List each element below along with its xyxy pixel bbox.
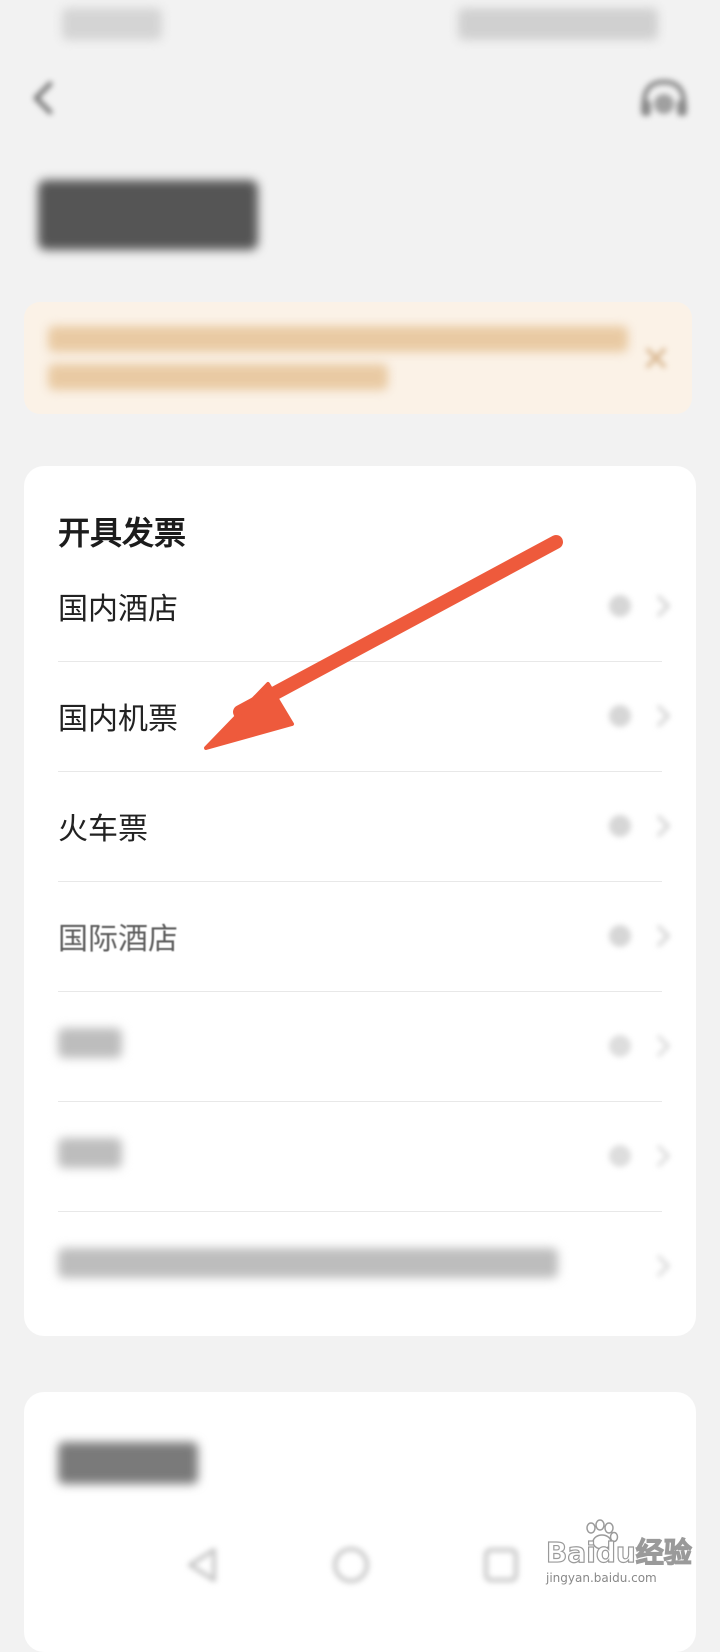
notice-text-line — [48, 326, 628, 352]
invoice-row-blurred[interactable] — [24, 1212, 696, 1322]
row-label: 火车票 — [58, 812, 148, 847]
chevron-right-icon — [602, 1138, 682, 1174]
headset-icon — [641, 79, 687, 116]
invoice-row-train-ticket[interactable]: 火车票 — [24, 772, 696, 882]
back-triangle-icon[interactable] — [180, 1542, 226, 1588]
card-title: 开具发票 — [58, 514, 187, 552]
status-bar-indicators — [458, 8, 658, 40]
invoice-row-domestic-flight[interactable]: 国内机票 — [24, 662, 696, 772]
chevron-right-icon — [602, 1248, 682, 1284]
home-circle-icon[interactable] — [328, 1542, 374, 1588]
invoice-card: 开具发票 国内酒店 国内机票 火车票 国际酒店 — [24, 466, 696, 1336]
notice-text-line — [48, 364, 388, 390]
notice-banner — [24, 302, 692, 414]
chevron-right-icon — [602, 808, 682, 844]
chevron-right-icon — [602, 1028, 682, 1064]
row-label-blurred — [58, 1138, 122, 1168]
row-label: 国内酒店 — [58, 592, 178, 627]
baidu-paw-logo-icon: Baidu经验 jingyan.baidu.com — [545, 1519, 692, 1585]
back-button[interactable] — [22, 76, 66, 120]
watermark-brand: Baidu经验 — [546, 1536, 692, 1569]
row-label: 国际酒店 — [58, 922, 178, 957]
chevron-right-icon — [602, 918, 682, 954]
close-icon — [646, 348, 666, 368]
recents-square-icon[interactable] — [478, 1542, 524, 1588]
invoice-row-blurred[interactable] — [24, 1102, 696, 1212]
row-label-blurred — [58, 1028, 122, 1058]
notice-close-button[interactable] — [638, 340, 674, 376]
invoice-row-domestic-hotel[interactable]: 国内酒店 — [24, 552, 696, 662]
baidu-jingyan-watermark: Baidu经验 jingyan.baidu.com — [544, 1518, 704, 1590]
page-title — [38, 180, 258, 250]
watermark-url: jingyan.baidu.com — [545, 1571, 657, 1585]
invoice-row-intl-hotel[interactable]: 国际酒店 — [24, 882, 696, 992]
chevron-left-icon — [33, 81, 53, 115]
invoice-row-blurred[interactable] — [24, 992, 696, 1102]
customer-service-button[interactable] — [636, 74, 692, 126]
status-bar-time — [62, 8, 162, 40]
chevron-right-icon — [602, 698, 682, 734]
card-title — [58, 1442, 198, 1484]
row-label: 国内机票 — [58, 702, 178, 737]
row-label-blurred — [58, 1248, 558, 1278]
chevron-right-icon — [602, 588, 682, 624]
